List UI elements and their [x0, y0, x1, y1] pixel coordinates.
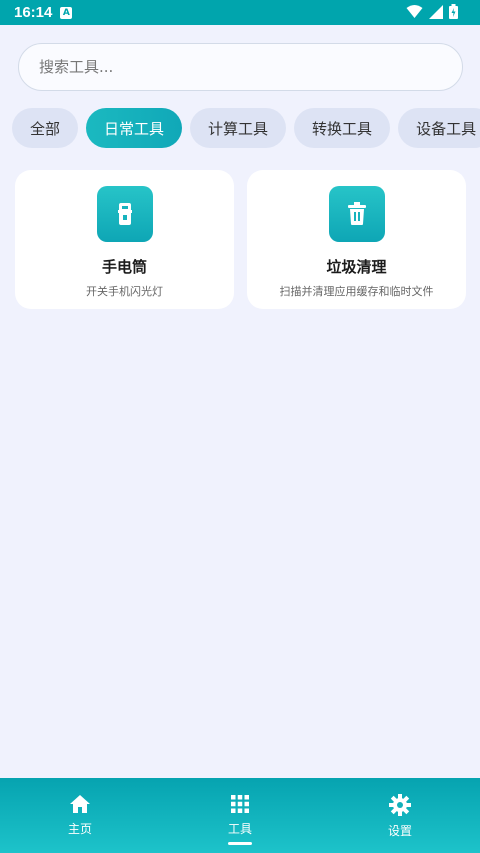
nav-settings[interactable]: 设置	[320, 778, 480, 853]
notification-a-icon: A	[60, 6, 73, 19]
grid-icon	[231, 795, 249, 813]
gear-icon	[389, 794, 411, 816]
home-icon	[70, 795, 90, 813]
flashlight-icon	[96, 186, 153, 242]
category-tabs: 全部 日常工具 计算工具 转换工具 设备工具	[12, 108, 480, 148]
tab-all[interactable]: 全部	[12, 108, 79, 148]
tool-grid: 手电筒 开关手机闪光灯 垃圾清理 扫描并清理应用缓存和临时文件	[15, 170, 466, 309]
active-indicator	[228, 842, 252, 845]
battery-icon	[449, 4, 458, 19]
tool-title: 手电筒	[101, 258, 147, 276]
signal-icon	[429, 4, 443, 19]
tool-title: 垃圾清理	[326, 258, 387, 276]
status-time: 16:14	[14, 4, 53, 21]
bottom-nav: 主页 工具 设置	[0, 778, 480, 853]
search-bar	[18, 43, 463, 91]
tool-card-cleaner[interactable]: 垃圾清理 扫描并清理应用缓存和临时文件	[247, 170, 466, 309]
nav-settings-label: 设置	[387, 824, 412, 838]
tool-description: 开关手机闪光灯	[86, 285, 163, 298]
tool-description: 扫描并清理应用缓存和临时文件	[279, 285, 434, 298]
status-icons	[406, 4, 458, 19]
tab-device-tools[interactable]: 设备工具	[398, 108, 480, 148]
tab-daily-tools[interactable]: 日常工具	[86, 108, 183, 148]
trash-icon	[328, 186, 385, 242]
search-input[interactable]	[18, 43, 463, 91]
nav-home[interactable]: 主页	[0, 778, 160, 853]
tool-card-flashlight[interactable]: 手电筒 开关手机闪光灯	[15, 170, 234, 309]
nav-home-label: 主页	[67, 822, 92, 836]
tab-convert-tools[interactable]: 转换工具	[294, 108, 391, 148]
tab-calc-tools[interactable]: 计算工具	[190, 108, 287, 148]
nav-tools-label: 工具	[227, 822, 252, 836]
status-bar: 16:14 A	[0, 0, 480, 25]
nav-tools[interactable]: 工具	[160, 778, 320, 853]
wifi-icon	[406, 5, 423, 18]
